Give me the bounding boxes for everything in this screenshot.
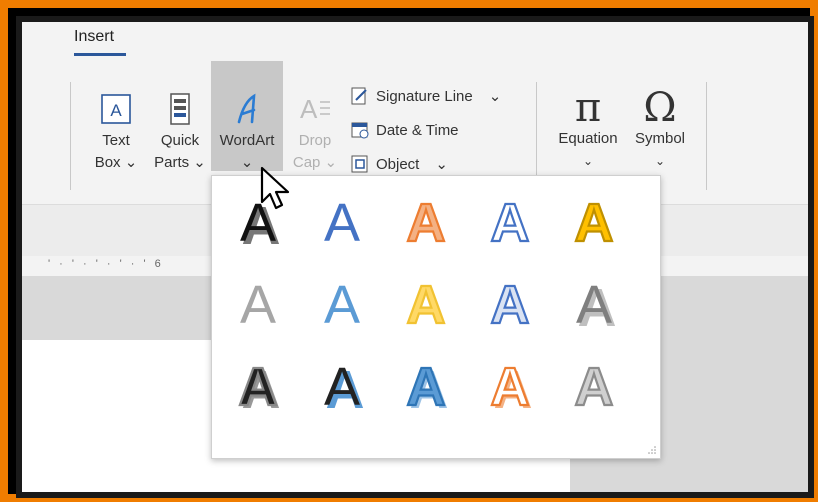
signature-line-button[interactable]: Signature Line ⌄ xyxy=(350,86,501,106)
symbol-button[interactable]: Ω Symbol ⌄ xyxy=(626,88,694,172)
svg-text:A: A xyxy=(300,94,318,124)
wordart-style-outline-blue-inner[interactable]: A xyxy=(489,274,530,336)
wordart-style-letter: A xyxy=(324,193,360,253)
image-frame: Insert A Text Box ⌄ Quick Parts ⌄ WordAr… xyxy=(0,0,818,502)
quick-parts-icon xyxy=(170,93,190,125)
wordart-style-letter: A xyxy=(491,193,530,253)
tab-insert[interactable]: Insert xyxy=(74,28,114,46)
wordart-style-fill-gold-light[interactable]: A xyxy=(405,274,446,336)
signature-line-caret: ⌄ xyxy=(488,88,502,105)
wordart-style-fill-gray-shadow[interactable]: AA xyxy=(576,275,617,338)
ruler-marks: ' · ' · ' · ' · ' 6 xyxy=(48,258,164,270)
wordart-style-fill-orange-outline[interactable]: A xyxy=(405,192,446,254)
resize-grip-icon[interactable] xyxy=(648,446,656,454)
wordart-button[interactable]: WordArt ⌄ xyxy=(211,92,283,174)
ribbon-separator-3 xyxy=(706,82,707,190)
drop-cap-label-2: Cap ⌄ xyxy=(292,154,338,171)
quick-parts-button[interactable]: Quick Parts ⌄ xyxy=(148,92,212,174)
text-box-label: Text xyxy=(102,132,130,149)
wordart-style-orange-outline-shadow[interactable]: AA xyxy=(489,356,533,420)
quick-parts-label-2: Parts ⌄ xyxy=(154,154,206,171)
wordart-style-letter: A xyxy=(324,275,360,335)
wordart-style-outline-blue-white[interactable]: A xyxy=(489,192,530,254)
quick-parts-label: Quick xyxy=(160,132,200,149)
text-box-label-2: Box ⌄ xyxy=(94,154,138,171)
wordart-style-letter: A xyxy=(407,357,446,417)
wordart-style-letter: A xyxy=(576,275,612,335)
calendar-clock-icon xyxy=(351,122,369,139)
text-box-icon: A xyxy=(101,94,131,124)
wordart-icon xyxy=(237,93,256,124)
wordart-style-letter: A xyxy=(491,357,530,417)
symbol-caret: ⌄ xyxy=(654,154,666,168)
wordart-styles-grid: AAAAAAAAAAAAAAAAAAAAAA xyxy=(237,192,617,492)
wordart-style-letter: A xyxy=(491,275,530,335)
wordart-style-letter: A xyxy=(324,357,360,417)
signature-line-icon xyxy=(351,87,367,105)
svg-text:A: A xyxy=(110,101,122,120)
equation-button[interactable]: π Equation ⌄ xyxy=(552,88,624,172)
equation-label: Equation xyxy=(558,130,618,147)
ribbon-separator-2 xyxy=(536,82,537,190)
wordart-style-silver-gradient[interactable]: A xyxy=(573,356,614,418)
drop-cap-icon: A xyxy=(300,94,330,124)
ribbon-separator xyxy=(70,82,71,190)
wordart-style-fill-gold[interactable]: A xyxy=(573,192,614,254)
wordart-style-blue-bevel[interactable]: AA xyxy=(405,356,449,420)
date-time-button[interactable]: Date & Time xyxy=(350,120,459,140)
wordart-style-fill-blue[interactable]: A xyxy=(324,193,360,253)
wordart-style-fill-gray[interactable]: A xyxy=(240,275,276,335)
wordart-style-letter: A xyxy=(239,357,278,417)
object-caret: ⌄ xyxy=(435,156,448,173)
equation-caret: ⌄ xyxy=(582,154,594,168)
text-box-button[interactable]: A Text Box ⌄ xyxy=(84,92,148,174)
wordart-style-letter: A xyxy=(575,193,614,253)
omega-icon: Ω xyxy=(643,85,677,131)
object-label: Object xyxy=(376,155,420,173)
object-button[interactable]: Object ⌄ xyxy=(350,154,448,174)
wordart-style-black-bevel-shadow[interactable]: AA xyxy=(237,356,281,420)
window: Insert A Text Box ⌄ Quick Parts ⌄ WordAr… xyxy=(16,16,814,498)
drop-cap-button[interactable]: A Drop Cap ⌄ xyxy=(285,92,345,174)
drop-cap-label: Drop xyxy=(298,132,332,149)
wordart-style-letter: A xyxy=(575,357,614,417)
wordart-style-letter: A xyxy=(407,275,446,335)
signature-line-label: Signature Line xyxy=(376,87,473,105)
wordart-label: WordArt xyxy=(219,132,275,149)
date-time-label: Date & Time xyxy=(376,121,459,139)
tab-active-indicator xyxy=(74,53,126,56)
mouse-pointer-icon xyxy=(260,166,290,210)
pi-icon: π xyxy=(574,85,602,131)
wordart-style-black-blue-shadow[interactable]: AA xyxy=(324,357,365,420)
object-icon xyxy=(351,155,368,173)
symbol-label: Symbol xyxy=(634,130,686,147)
wordart-style-letter: A xyxy=(407,193,446,253)
wordart-gallery: AAAAAAAAAAAAAAAAAAAAAA xyxy=(211,175,661,492)
wordart-style-letter: A xyxy=(240,275,276,335)
